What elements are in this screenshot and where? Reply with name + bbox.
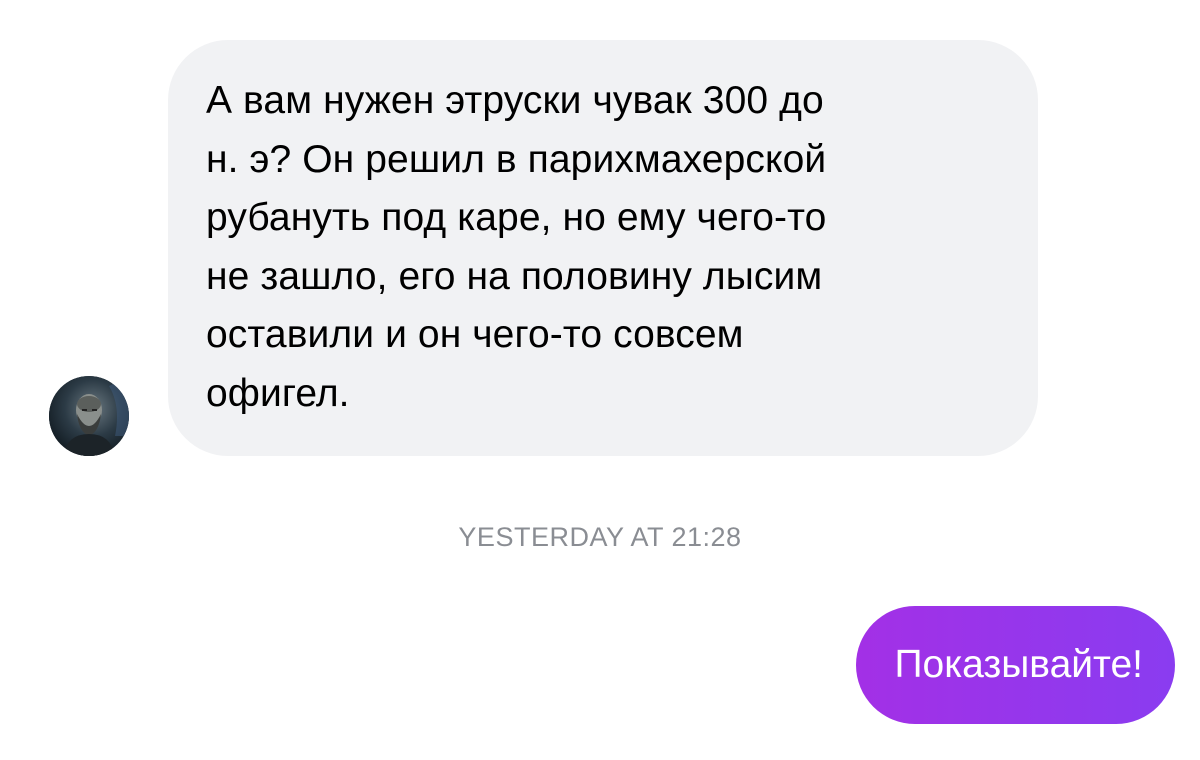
incoming-message-text: А вам нужен этруски чувак 300 до н. э? О… xyxy=(206,72,1002,423)
message-line: не зашло, его на половину лысим xyxy=(206,254,823,298)
avatar-portrait-icon xyxy=(49,376,129,456)
message-line: офигел. xyxy=(206,371,350,415)
incoming-message-bubble[interactable]: А вам нужен этруски чувак 300 до н. э? О… xyxy=(168,40,1038,456)
outgoing-message-bubble[interactable]: Показывайте! xyxy=(856,606,1175,724)
message-line: оставили и он чего-то совсем xyxy=(206,313,744,356)
message-line: А вам нужен этруски чувак 300 до xyxy=(206,79,824,122)
outgoing-message-text: Показывайте! xyxy=(894,643,1143,686)
chat-thread: А вам нужен этруски чувак 300 до н. э? О… xyxy=(0,0,1200,760)
sender-avatar[interactable] xyxy=(49,376,129,456)
message-timestamp: YESTERDAY AT 21:28 xyxy=(458,522,742,552)
message-line: рубануть под каре, но ему чего-то xyxy=(206,196,827,239)
message-line: н. э? Он решил в парихмахерской xyxy=(206,137,827,181)
